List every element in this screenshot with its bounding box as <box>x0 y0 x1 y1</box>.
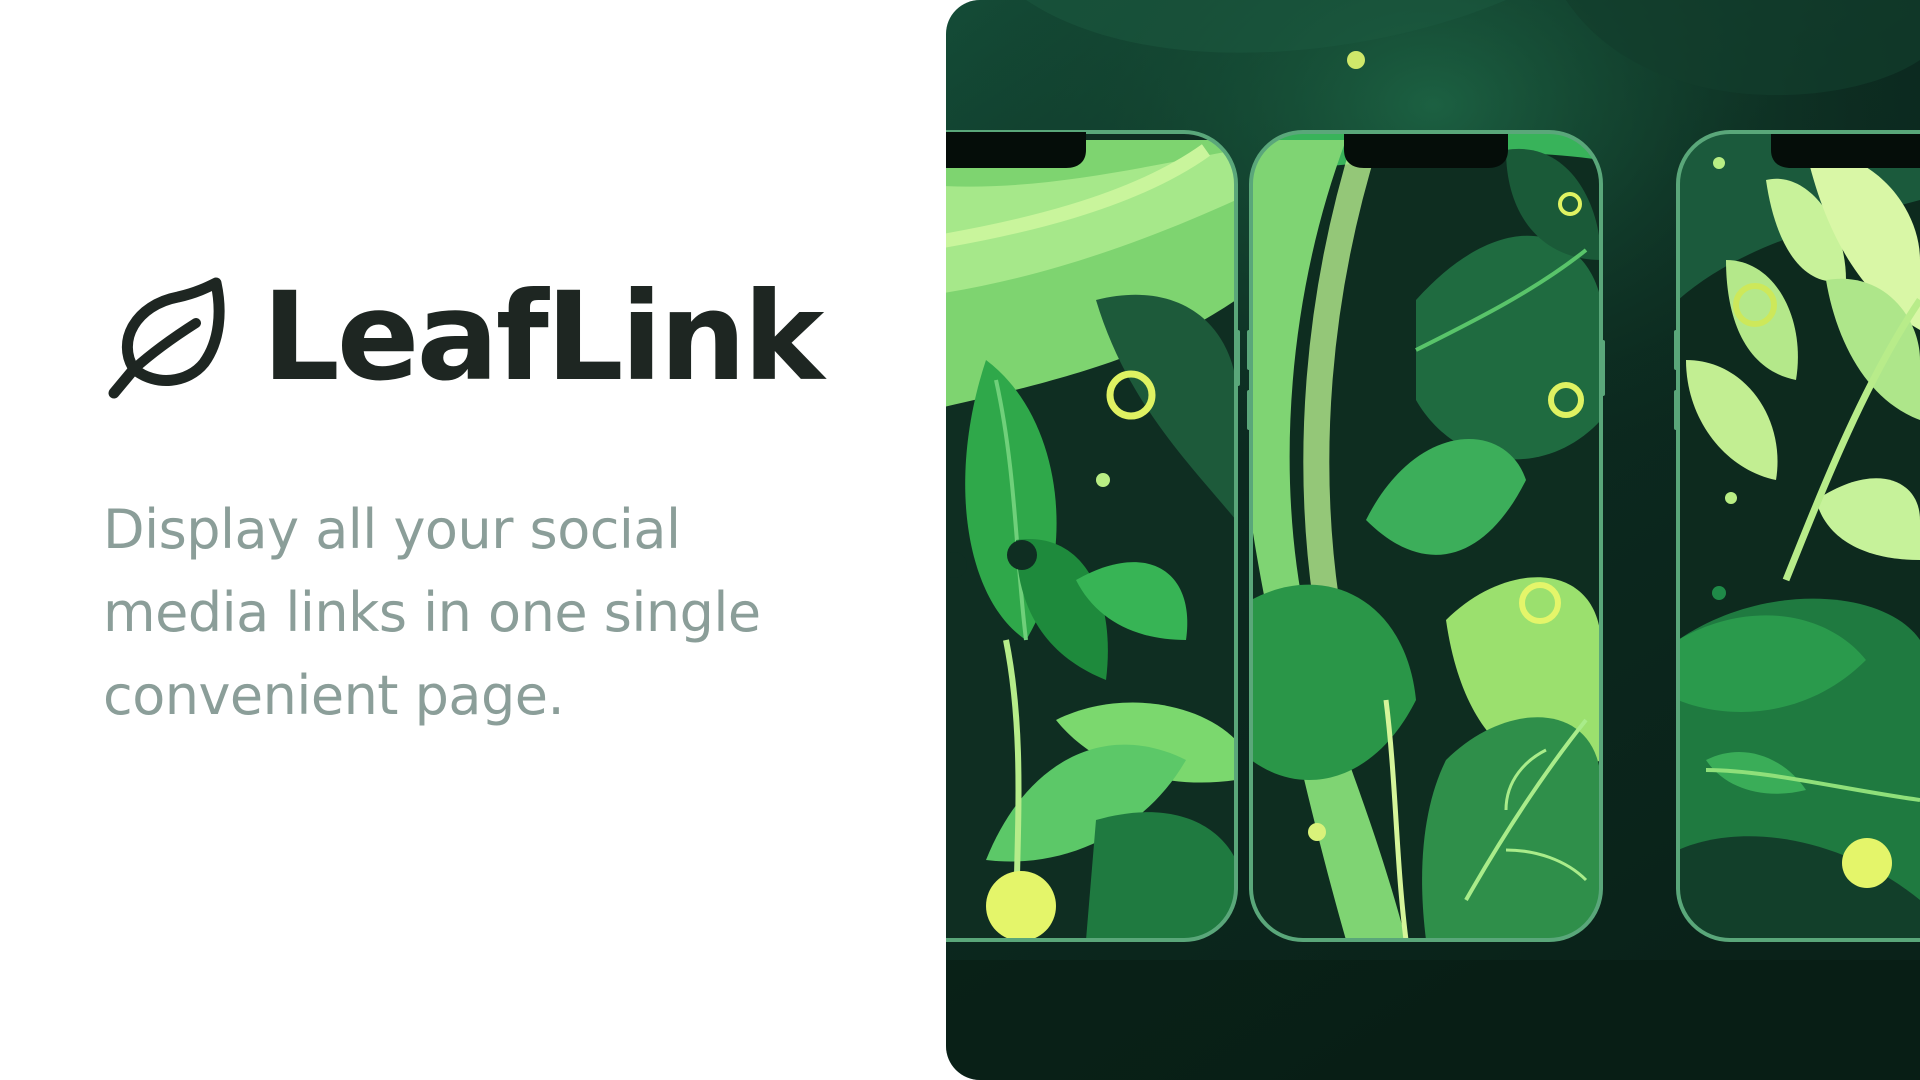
tagline: Display all your social media links in o… <box>103 498 761 727</box>
phone-preview-illustration <box>946 0 1920 1080</box>
brand-name: LeafLink <box>262 266 824 408</box>
phone-mockup-3 <box>1674 130 1920 942</box>
leaf-icon <box>104 275 226 399</box>
left-panel: LeafLink Display all your social media l… <box>0 0 946 1080</box>
decor-dot <box>1347 51 1365 69</box>
phone-mockup-1 <box>946 130 1240 942</box>
brand-logo[interactable]: LeafLink <box>104 266 824 408</box>
phone-mockup-2 <box>1247 130 1605 942</box>
